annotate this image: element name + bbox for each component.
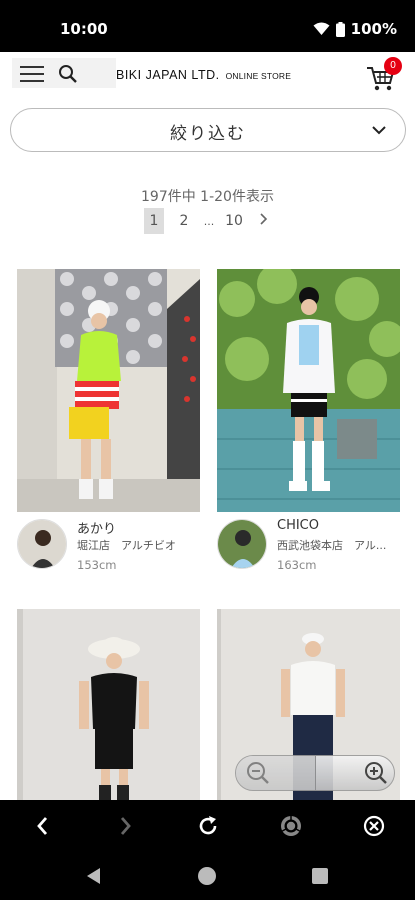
- logo-subtext: ONLINE STORE: [225, 71, 292, 81]
- staff-avatar[interactable]: [217, 519, 267, 569]
- app-header: BIKI JAPAN LTD. ONLINE STORE 0: [0, 52, 415, 100]
- nav-recents-icon[interactable]: [311, 867, 329, 885]
- back-icon[interactable]: [30, 813, 56, 839]
- nav-home-icon[interactable]: [197, 866, 217, 886]
- staff-store: 西武池袋本店 アル...: [277, 539, 387, 552]
- page-10[interactable]: 10: [220, 213, 248, 229]
- status-indicators: 100%: [313, 20, 397, 38]
- zoom-out-button[interactable]: [236, 756, 316, 790]
- staff-store: 堀江店 アルチビオ: [77, 539, 176, 552]
- staff-height: 153cm: [77, 558, 117, 572]
- cart-button[interactable]: 0: [366, 57, 406, 94]
- pagination: 1 2 ... 10: [144, 207, 278, 235]
- filter-button[interactable]: 絞り込む: [10, 108, 406, 152]
- battery-percent: 100%: [350, 20, 397, 38]
- staff-height: 163cm: [277, 558, 317, 572]
- staff-name[interactable]: CHICO: [277, 518, 319, 533]
- staff-name[interactable]: あかり: [77, 518, 116, 537]
- search-icon[interactable]: [58, 64, 78, 84]
- zoom-control: [235, 755, 395, 791]
- close-icon[interactable]: [361, 813, 387, 839]
- system-nav-bar: [0, 852, 415, 900]
- zoom-in-icon: [365, 762, 387, 784]
- next-page-button[interactable]: [248, 213, 278, 229]
- zoom-out-icon: [247, 762, 269, 784]
- staff-photo[interactable]: [17, 609, 200, 800]
- page-2[interactable]: 2: [170, 213, 198, 229]
- staff-avatar[interactable]: [17, 519, 67, 569]
- reload-icon[interactable]: [195, 813, 221, 839]
- staff-photo[interactable]: [17, 269, 200, 512]
- hamburger-icon[interactable]: [20, 66, 46, 86]
- chevron-right-icon: [260, 213, 268, 225]
- wifi-icon: [313, 22, 330, 35]
- cart-count-badge: 0: [384, 57, 402, 75]
- page-1[interactable]: 1: [144, 208, 164, 234]
- filter-label: 絞り込む: [170, 124, 246, 144]
- logo-text: BIKI JAPAN LTD.: [116, 68, 220, 82]
- battery-icon: [335, 21, 345, 37]
- status-bar: 10:00 100%: [0, 0, 415, 52]
- browser-toolbar: [0, 800, 415, 852]
- brand-logo[interactable]: BIKI JAPAN LTD. ONLINE STORE: [116, 68, 291, 82]
- status-time: 10:00: [60, 20, 108, 38]
- staff-photo[interactable]: [217, 269, 400, 512]
- chevron-down-icon: [372, 126, 386, 135]
- page-ellipsis: ...: [203, 214, 215, 228]
- chrome-icon[interactable]: [278, 813, 304, 839]
- result-summary: 197件中 1-20件表示: [141, 189, 274, 205]
- zoom-in-button[interactable]: [316, 756, 394, 790]
- forward-icon[interactable]: [112, 813, 138, 839]
- nav-back-icon[interactable]: [84, 866, 104, 886]
